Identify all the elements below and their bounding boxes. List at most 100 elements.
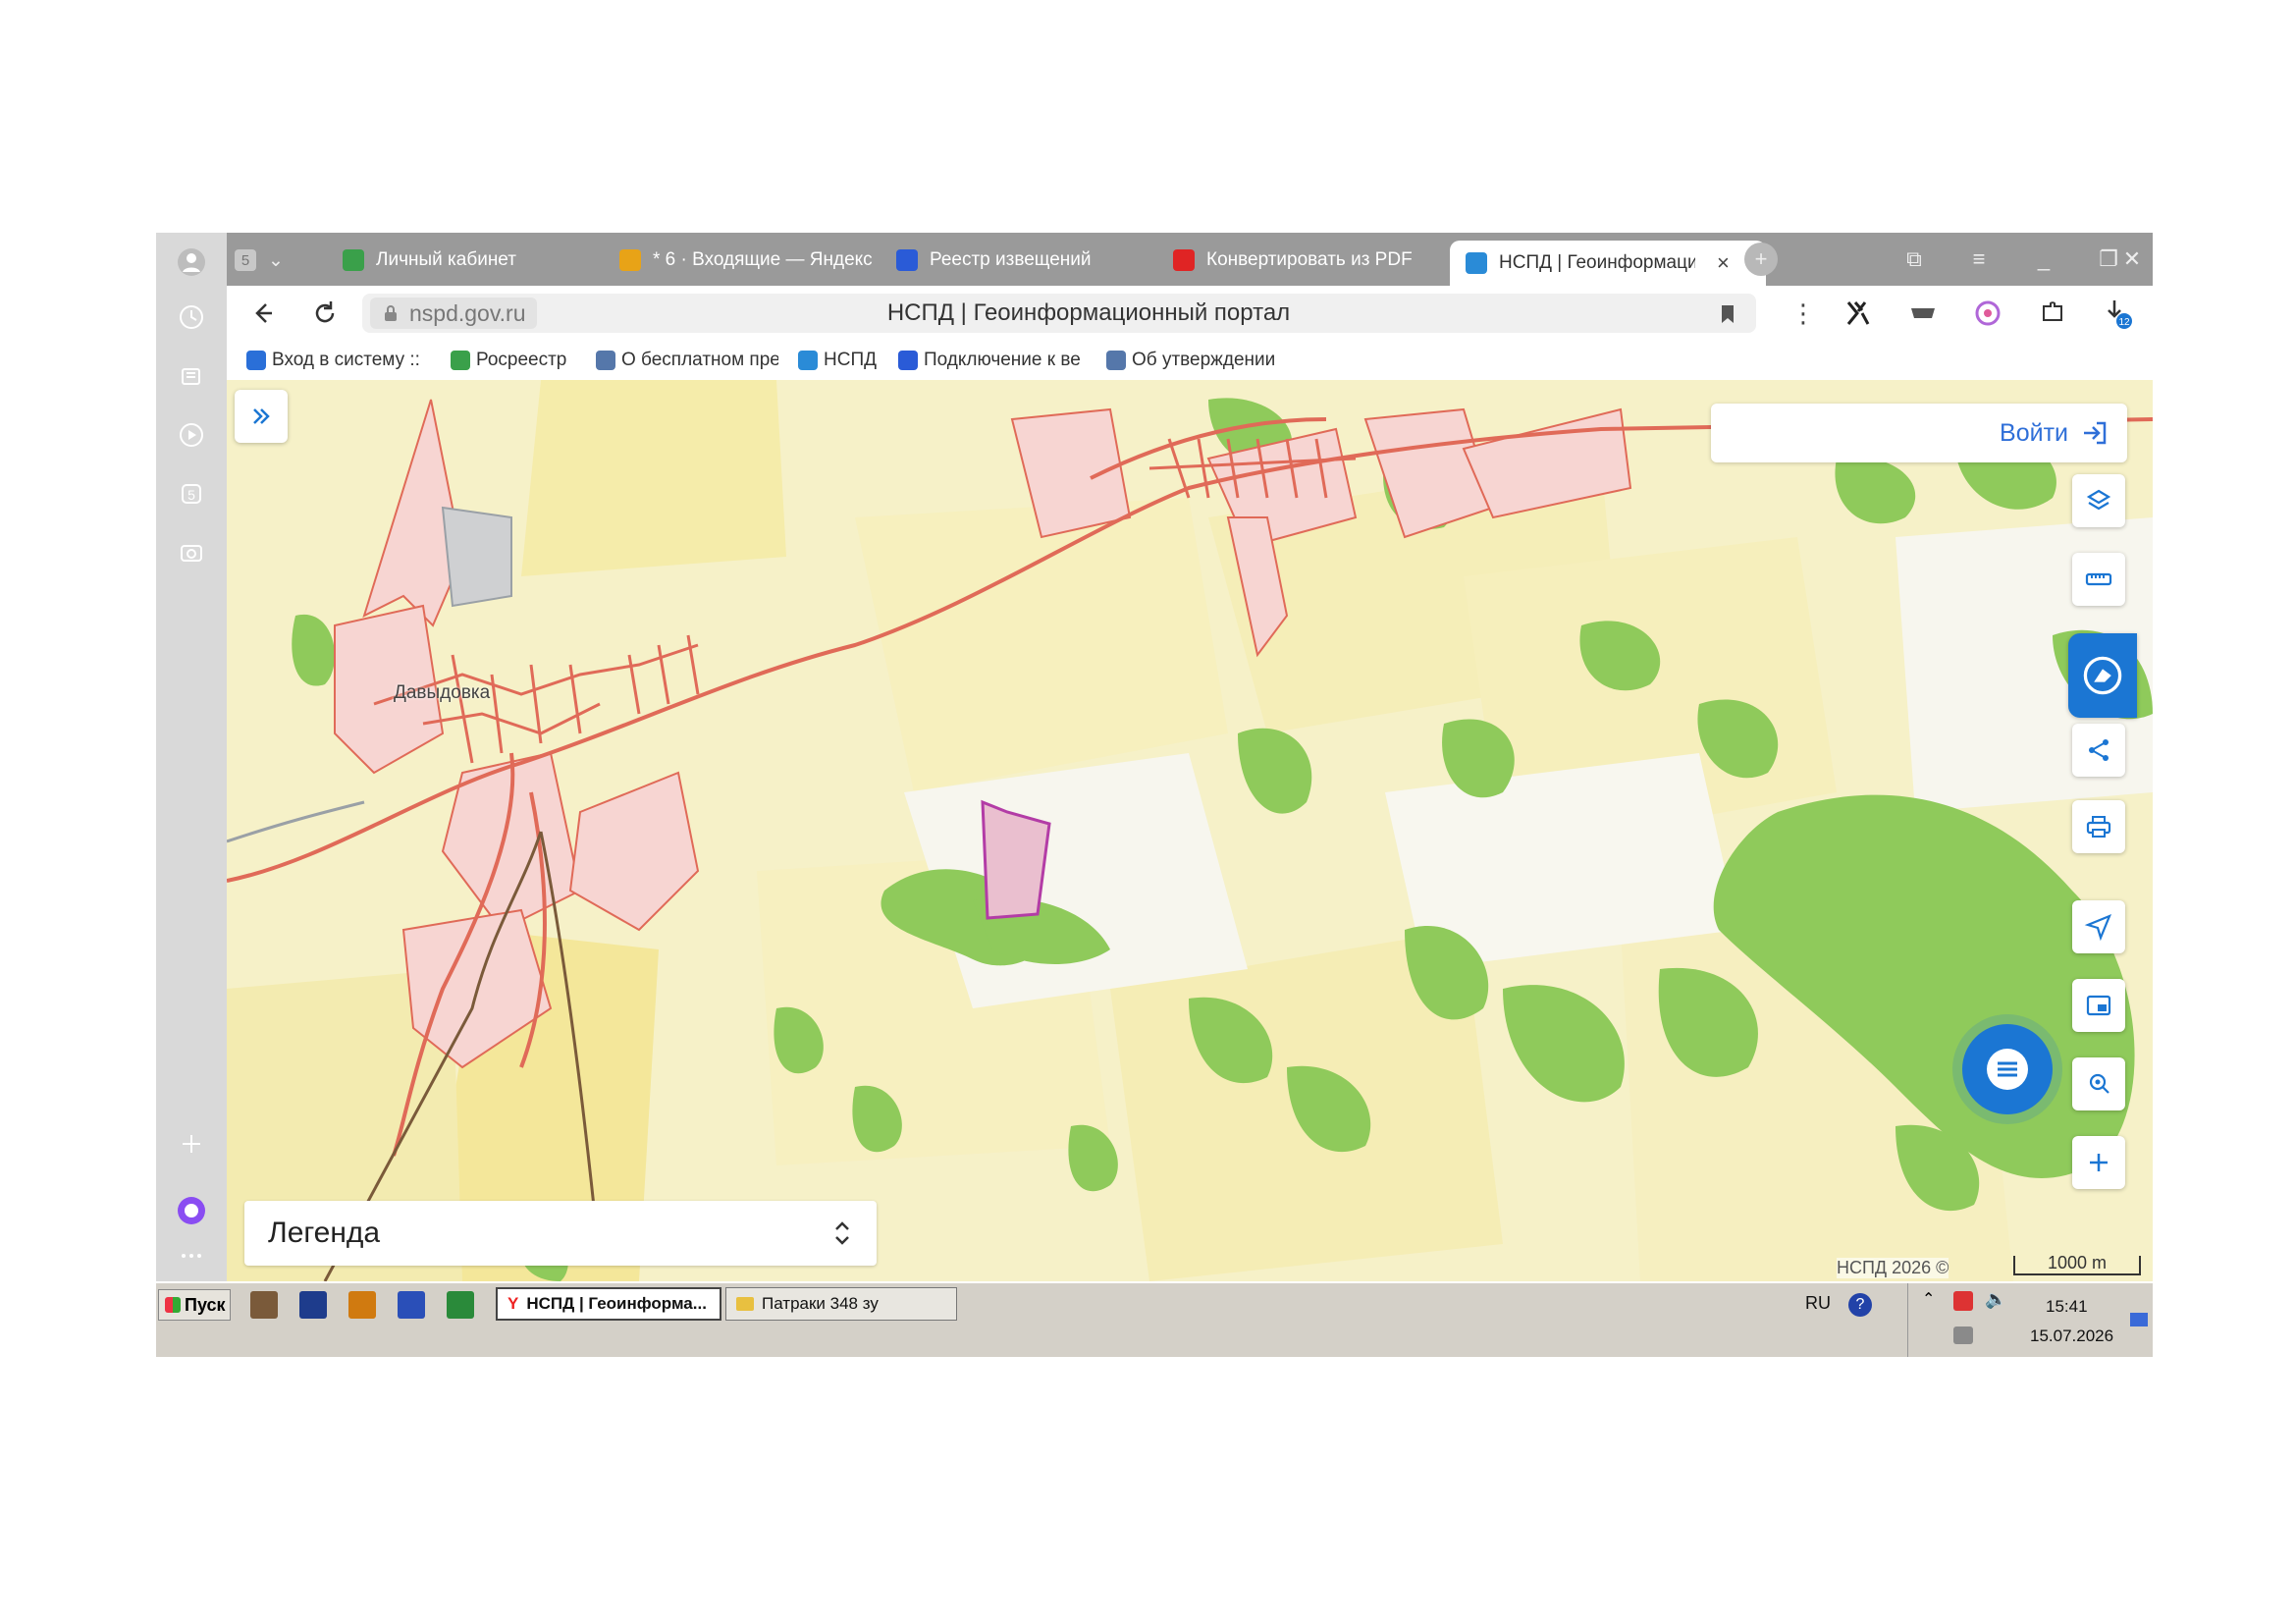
print-button[interactable] xyxy=(2072,800,2125,853)
help-icon[interactable]: ? xyxy=(1848,1293,1872,1317)
tabs-panel-icon[interactable]: ⧉ xyxy=(1897,243,1931,276)
bookmark-2[interactable]: О бесплатном пре xyxy=(596,347,778,374)
extension-puzzle-icon[interactable] xyxy=(2035,296,2070,331)
map-canvas[interactable]: Давыдовка Войти Легенда НСПД 2026 © 1000… xyxy=(227,380,2153,1281)
language-indicator[interactable]: RU xyxy=(1805,1293,1831,1314)
tab-favicon-icon xyxy=(619,249,641,271)
chevron-down-icon: ⌄ xyxy=(268,249,284,271)
tray-device-icon[interactable] xyxy=(1953,1326,1973,1344)
kaspersky-icon[interactable] xyxy=(1841,296,1876,331)
network-alert-icon[interactable] xyxy=(1953,1291,1973,1311)
legend-panel[interactable]: Легенда xyxy=(244,1201,877,1266)
collections-icon[interactable] xyxy=(172,356,211,396)
double-chevron-right-icon xyxy=(253,408,270,424)
clock-date[interactable]: 15.07.2026 xyxy=(2030,1326,2113,1346)
bookmark-1[interactable]: Росреестр xyxy=(451,347,578,374)
save-disk-icon[interactable] xyxy=(398,1291,425,1319)
share-button[interactable] xyxy=(2072,724,2125,777)
assistant-button[interactable] xyxy=(2068,633,2137,718)
layers-button[interactable] xyxy=(2072,474,2125,527)
downloads-icon[interactable]: 12 xyxy=(2100,296,2135,331)
layers-icon xyxy=(2086,489,2111,511)
login-button[interactable]: Войти xyxy=(1711,404,2127,462)
bookmark-favicon-icon xyxy=(898,351,918,370)
tab-favicon-icon xyxy=(1173,249,1195,271)
tab-3[interactable]: Конвертировать из PDF xyxy=(1173,241,1438,280)
bookmark-0[interactable]: Вход в систему :: xyxy=(246,347,429,374)
expand-panel-button[interactable] xyxy=(235,390,288,443)
library-icon[interactable] xyxy=(250,1291,278,1319)
search-location-button[interactable] xyxy=(2072,1057,2125,1110)
bookmark-icon[interactable] xyxy=(1717,303,1738,325)
menu-icon[interactable]: ≡ xyxy=(1962,243,1996,276)
tab-4-active[interactable]: НСПД | Геоинформационный портал × xyxy=(1450,241,1766,286)
url-pill[interactable]: nspd.gov.ru xyxy=(370,298,538,329)
show-desktop-icon[interactable] xyxy=(2130,1313,2148,1326)
clock-time[interactable]: 15:41 xyxy=(2046,1297,2088,1317)
extension-mask-icon[interactable] xyxy=(1905,296,1941,331)
map-terrain xyxy=(227,380,2153,1281)
close-tab-icon[interactable]: × xyxy=(1717,250,1730,276)
zoom-in-icon xyxy=(2090,1154,2108,1171)
photoshop-icon[interactable] xyxy=(299,1291,327,1319)
start-button[interactable]: Пуск xyxy=(158,1289,231,1321)
bookmark-favicon-icon xyxy=(451,351,470,370)
taskbar-window-0[interactable]: Y НСПД | Геоинформа... xyxy=(496,1287,721,1321)
map-scale: 1000 m xyxy=(2013,1254,2141,1275)
bookmark-3[interactable]: НСПД xyxy=(798,347,886,374)
assistant-icon xyxy=(2083,656,2122,695)
ruler-icon xyxy=(2085,572,2112,586)
more-icon[interactable] xyxy=(172,1236,211,1275)
taskbar-window-1[interactable]: Патраки 348 зу xyxy=(725,1287,957,1321)
bookmark-favicon-icon xyxy=(1106,351,1126,370)
new-tab-button[interactable]: + xyxy=(1744,243,1778,276)
windows-logo-icon xyxy=(165,1297,181,1313)
login-icon xyxy=(2084,421,2107,445)
illustrator-icon[interactable] xyxy=(348,1291,376,1319)
add-icon[interactable] xyxy=(172,1124,211,1164)
zoom-in-button[interactable] xyxy=(2072,1136,2125,1189)
volume-icon[interactable]: 🔈 xyxy=(1985,1289,2006,1310)
locate-button[interactable] xyxy=(2072,900,2125,953)
page-title: НСПД | Геоинформационный портал xyxy=(886,299,1291,326)
close-window-icon[interactable]: ✕ xyxy=(2115,243,2149,276)
yandex-browser-icon: Y xyxy=(507,1294,519,1313)
excel-icon[interactable] xyxy=(447,1291,474,1319)
app-badge-icon[interactable]: 5 xyxy=(172,474,211,514)
address-field[interactable]: nspd.gov.ru НСПД | Геоинформационный пор… xyxy=(362,294,1756,333)
minimize-icon[interactable]: _ xyxy=(2027,243,2060,276)
reload-icon[interactable] xyxy=(309,298,341,329)
video-icon[interactable] xyxy=(172,415,211,455)
print-icon xyxy=(2086,816,2111,838)
tab-favicon-icon xyxy=(896,249,918,271)
bookmark-favicon-icon xyxy=(596,351,615,370)
lock-icon xyxy=(385,305,397,321)
alice-icon[interactable] xyxy=(172,1191,211,1230)
chat-button[interactable] xyxy=(1962,1024,2053,1114)
profile-icon[interactable] xyxy=(172,243,211,282)
address-bar-row: nspd.gov.ru НСПД | Геоинформационный пор… xyxy=(227,286,2153,341)
bookmark-4[interactable]: Подключение к ве xyxy=(898,347,1091,374)
back-icon[interactable] xyxy=(246,298,278,329)
bookmark-5[interactable]: Об утверждении xyxy=(1106,347,1293,374)
tab-favicon-icon xyxy=(1466,252,1487,274)
locate-icon xyxy=(2084,913,2112,942)
place-label: Давыдовка xyxy=(394,682,491,703)
screenshot-icon[interactable] xyxy=(172,533,211,572)
tab-2[interactable]: Реестр извещений xyxy=(896,241,1161,280)
tray-arrow-icon[interactable]: ⌃ xyxy=(1922,1289,1935,1309)
more-vertical-icon[interactable]: ⋮ xyxy=(1786,296,1821,331)
minimap-button[interactable] xyxy=(2072,979,2125,1032)
expand-collapse-icon[interactable] xyxy=(831,1218,853,1248)
windows-taskbar: Пуск Y НСПД | Геоинформа... Патраки 348 … xyxy=(156,1281,2153,1357)
tab-1[interactable]: * 6 · Входящие — Яндекс xyxy=(619,241,884,280)
history-icon[interactable] xyxy=(172,298,211,337)
tab-counter[interactable]: 5 ⌄ xyxy=(235,241,288,280)
bookmark-favicon-icon xyxy=(246,351,266,370)
ruler-button[interactable] xyxy=(2072,553,2125,606)
search-location-icon xyxy=(2089,1073,2109,1094)
bookmark-favicon-icon xyxy=(798,351,818,370)
extension-shield-icon[interactable] xyxy=(1970,296,2005,331)
tab-0[interactable]: Личный кабинет xyxy=(343,241,608,280)
share-icon xyxy=(2089,739,2109,761)
